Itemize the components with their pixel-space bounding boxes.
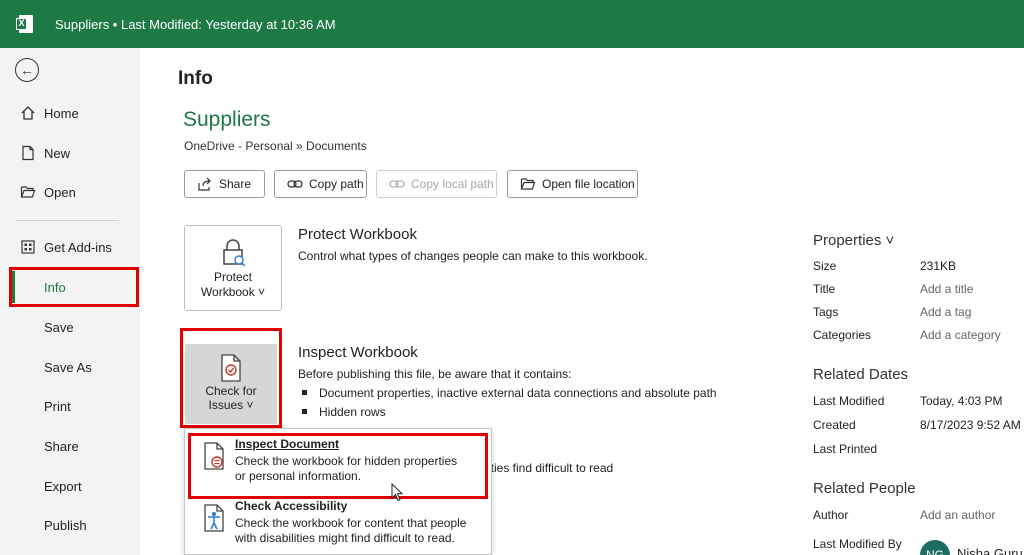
list-item: Hidden rows [298,402,717,421]
related-dates-heading: Related Dates [813,366,909,383]
share-button[interactable]: Share [184,170,265,198]
author-row[interactable]: Author Add an author [813,508,1024,522]
sidebar-item-share[interactable]: Share [0,428,140,464]
open-file-location-button[interactable]: Open file location [507,170,638,198]
page-title: Info [178,68,213,89]
list-item: Document properties, inactive external d… [298,383,717,402]
document-name: Suppliers [183,108,271,131]
link-icon [287,178,303,190]
back-arrow-icon[interactable]: ← [15,58,39,82]
sidebar-item-home[interactable]: Home [0,95,140,131]
document-path: OneDrive - Personal » Documents [184,139,367,153]
share-icon [197,177,213,191]
add-ins-grid-icon [20,239,36,255]
sidebar-item-open[interactable]: Open [0,174,140,210]
protect-workbook-button[interactable]: Protect Workbook ˅ [184,225,282,311]
copy-path-button[interactable]: Copy path [274,170,367,198]
document-check-icon [219,352,243,384]
inspect-document-highlight [188,433,488,499]
sidebar-divider [16,220,119,221]
property-tags[interactable]: Tags Add a tag [813,305,1024,319]
related-people-heading: Related People [813,480,916,497]
inspect-workbook-title: Inspect Workbook [298,344,418,361]
sidebar-item-export[interactable]: Export [0,468,140,504]
sidebar-item-publish[interactable]: Publish [0,507,140,543]
sidebar-item-print[interactable]: Print [0,388,140,424]
property-title[interactable]: Title Add a title [813,282,1024,296]
backstage-sidebar: ← Home New Open Get Add-ins Info Save Sa… [0,48,140,555]
last-modified-by-name: Nisha Guru [957,546,1023,555]
folder-open-icon [520,177,536,191]
property-categories[interactable]: Categories Add a category [813,328,1024,342]
folder-open-icon [20,184,36,200]
new-document-icon [20,145,36,161]
window-title: Suppliers • Last Modified: Yesterday at … [55,16,336,32]
inspect-bullet-list: Document properties, inactive external d… [298,383,717,421]
protect-workbook-desc: Control what types of changes people can… [298,249,648,263]
accessibility-icon [199,499,229,546]
excel-logo-icon: X [16,15,34,33]
check-for-issues-button[interactable]: Check for Issues ˅ [185,344,277,424]
date-last-printed: Last Printed [813,442,878,456]
accessibility-partial-text: ities find difficult to read [488,461,614,475]
sidebar-item-save-as[interactable]: Save As [0,349,140,385]
copy-local-path-button[interactable]: Copy local path [376,170,497,198]
inspect-workbook-desc: Before publishing this file, be aware th… [298,367,572,381]
sidebar-item-get-add-ins[interactable]: Get Add-ins [0,229,140,265]
title-bar: X Suppliers • Last Modified: Yesterday a… [0,0,1024,48]
protect-workbook-title: Protect Workbook [298,226,417,243]
sidebar-item-save[interactable]: Save [0,309,140,345]
menu-item-check-accessibility[interactable]: Check Accessibility Check the workbook f… [185,499,491,546]
check-for-issues-menu: Inspect Document Check the workbook for … [184,428,492,555]
sidebar-item-new[interactable]: New [0,135,140,171]
home-icon [20,105,36,121]
properties-heading[interactable]: Properties ˅ [813,232,894,249]
link-icon [389,178,405,190]
property-size: Size 231KB [813,259,957,273]
info-pane: Info Suppliers OneDrive - Personal » Doc… [140,48,1024,555]
date-last-modified: Last Modified Today, 4:03 PM [813,394,1003,408]
info-highlight-box [9,267,139,307]
mouse-cursor-icon [391,482,405,508]
lock-icon [220,236,246,270]
date-created: Created 8/17/2023 9:52 AM [813,418,1021,432]
